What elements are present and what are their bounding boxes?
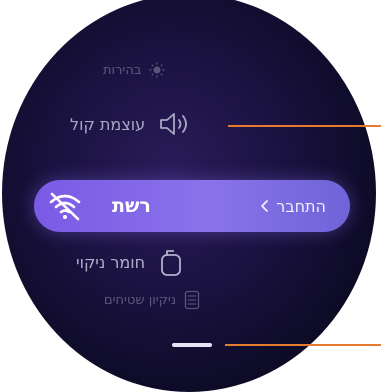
detergent-label: חומר ניקוי — [76, 252, 146, 272]
wifi-off-icon — [48, 191, 82, 221]
page-indicator — [172, 343, 212, 347]
volume-label: עוצמת קול — [70, 114, 146, 134]
carpet-icon — [184, 290, 200, 310]
detergent-bottle-icon — [159, 247, 183, 277]
menu-item-network[interactable]: התחבר רשת — [34, 180, 350, 232]
chevron-left-icon — [260, 199, 270, 213]
menu-item-volume[interactable]: עוצמת קול — [70, 112, 193, 136]
speaker-icon — [159, 112, 193, 136]
menu-item-floor-cleaning[interactable]: ניקיון שטיחים — [104, 290, 200, 310]
menu-item-brightness[interactable]: בהירות — [103, 62, 165, 78]
callout-line-bottom — [225, 344, 381, 346]
floor-cleaning-label: ניקיון שטיחים — [104, 292, 177, 308]
callout-line-top — [228, 125, 381, 127]
connect-label: התחבר — [276, 196, 326, 216]
brightness-label: בהירות — [103, 62, 142, 78]
sun-icon — [149, 62, 165, 78]
network-label: רשת — [112, 195, 151, 217]
menu-item-detergent[interactable]: חומר ניקוי — [76, 247, 183, 277]
